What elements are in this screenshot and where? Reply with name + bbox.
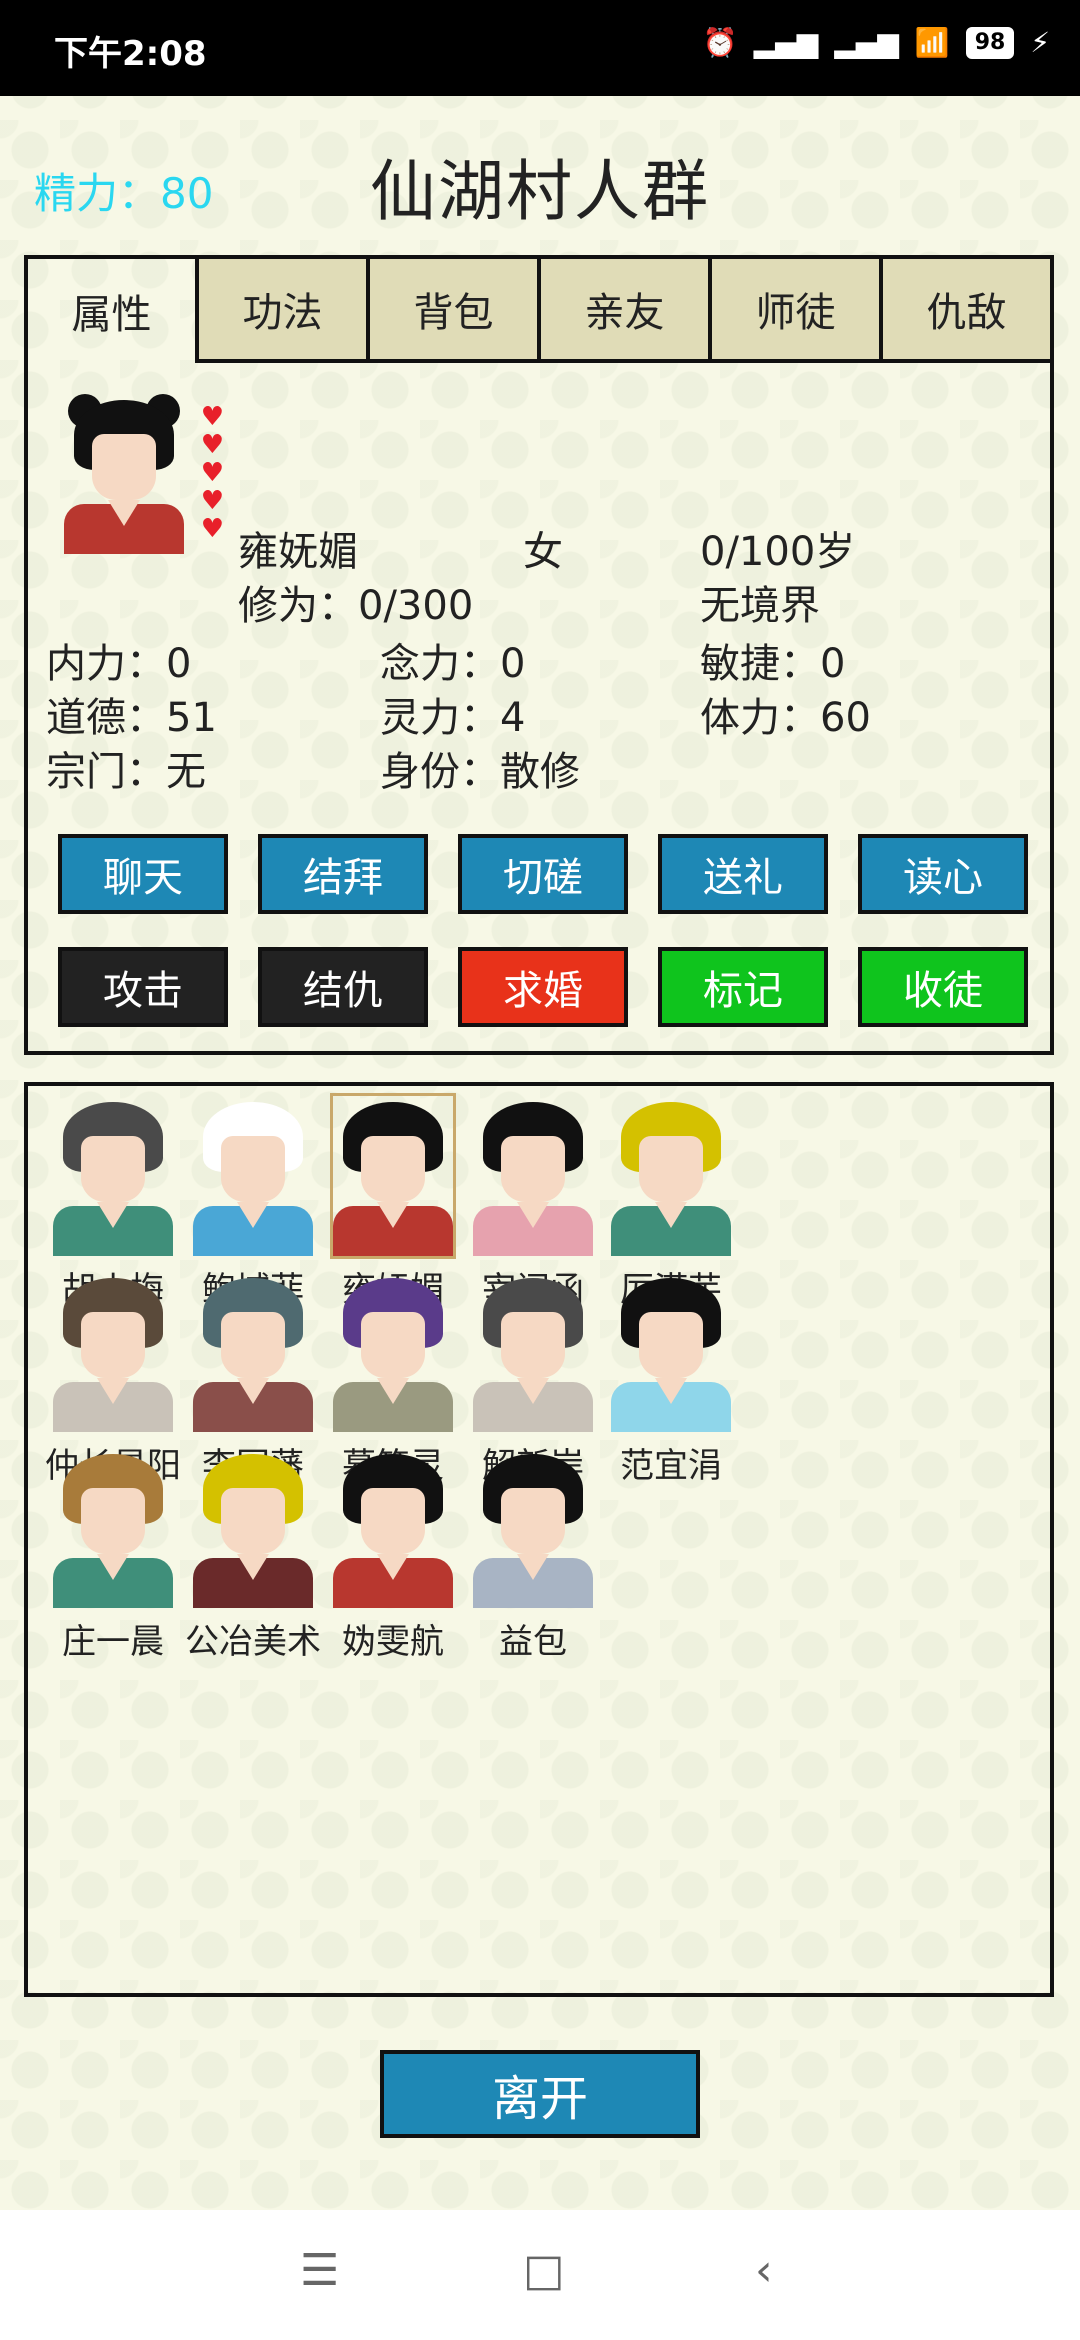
charging-icon: ⚡ <box>1030 26 1050 59</box>
heart-icon: ♥ <box>200 430 224 460</box>
list-item[interactable]: 益包 <box>448 1448 618 1663</box>
stat-inner-power: 内力：0 <box>46 641 192 687</box>
avatar[interactable] <box>53 1448 173 1608</box>
back-icon[interactable]: ‹ <box>755 2245 773 2296</box>
character-panel: 属性 功法 背包 亲友 师徒 仇敌 ♥ ♥ ♥ ♥ ♥ 雍妩媚 女 0/100岁… <box>24 255 1054 1055</box>
feud-button[interactable]: 结仇 <box>258 947 428 1027</box>
status-bar: 下午2:08 ⏰ ▂▄▆ ▂▄▆ 📶 98 ⚡ <box>0 0 1080 96</box>
avatar[interactable] <box>473 1448 593 1608</box>
home-icon[interactable]: □ <box>523 2245 565 2296</box>
avatar[interactable] <box>473 1096 593 1256</box>
tab-backpack[interactable]: 背包 <box>370 259 541 363</box>
propose-button[interactable]: 求婚 <box>458 947 628 1027</box>
avatar[interactable] <box>53 1272 173 1432</box>
villager-list: 胡小梅鲍域菲雍妩媚宰闻函厉滢芋仲长星阳李国藩慕笔灵解新岸范宜涓庄一晨公冶美术妫雯… <box>24 1082 1054 1997</box>
avatar[interactable] <box>473 1272 593 1432</box>
tab-mentorship[interactable]: 师徒 <box>712 259 883 363</box>
page-title: 仙湖村人群 <box>370 153 710 230</box>
affection-hearts: ♥ ♥ ♥ ♥ ♥ <box>201 404 224 542</box>
avatar[interactable] <box>333 1448 453 1608</box>
avatar[interactable] <box>193 1272 313 1432</box>
chat-button[interactable]: 聊天 <box>58 834 228 914</box>
npc-name: 益包 <box>499 1622 567 1662</box>
attack-button[interactable]: 攻击 <box>58 947 228 1027</box>
gift-button[interactable]: 送礼 <box>658 834 828 914</box>
battery-icon: 98 <box>965 26 1015 59</box>
stat-mind-power: 念力：0 <box>380 641 526 687</box>
avatar[interactable] <box>53 1096 173 1256</box>
tab-enemies[interactable]: 仇敌 <box>883 259 1050 363</box>
stat-sect: 宗门：无 <box>46 749 206 795</box>
heart-icon: ♥ <box>200 514 224 544</box>
stat-identity: 身份：散修 <box>380 749 580 795</box>
heart-icon: ♥ <box>200 486 224 516</box>
avatar <box>64 394 184 554</box>
mark-button[interactable]: 标记 <box>658 947 828 1027</box>
leave-button[interactable]: 离开 <box>380 2050 700 2138</box>
stat-morality: 道德：51 <box>46 695 217 741</box>
character-age: 0/100岁 <box>700 529 856 575</box>
alarm-icon: ⏰ <box>702 26 738 59</box>
stat-stamina: 体力：60 <box>700 695 871 741</box>
tab-relatives[interactable]: 亲友 <box>541 259 712 363</box>
avatar[interactable] <box>193 1096 313 1256</box>
avatar[interactable] <box>333 1272 453 1432</box>
spar-button[interactable]: 切磋 <box>458 834 628 914</box>
tab-attributes[interactable]: 属性 <box>28 259 199 363</box>
heart-icon: ♥ <box>200 402 224 432</box>
signal-icon: ▂▄▆ <box>753 26 819 59</box>
character-name: 雍妩媚 <box>238 529 358 575</box>
system-nav-bar: ☰ □ ‹ <box>0 2210 1080 2340</box>
avatar[interactable] <box>611 1272 731 1432</box>
tab-bar: 属性 功法 背包 亲友 师徒 仇敌 <box>28 259 1050 367</box>
avatar[interactable] <box>330 1093 456 1259</box>
selected-character-portrait: ♥ ♥ ♥ ♥ ♥ <box>64 394 224 554</box>
status-time: 下午2:08 <box>54 34 207 74</box>
character-cultivation: 修为：0/300 <box>238 583 474 629</box>
character-realm: 无境界 <box>700 583 820 629</box>
recruit-disciple-button[interactable]: 收徒 <box>858 947 1028 1027</box>
wifi-icon: 📶 <box>914 26 950 59</box>
stat-spirit-power: 灵力：4 <box>380 695 526 741</box>
menu-icon[interactable]: ☰ <box>300 2245 339 2296</box>
status-icons: ⏰ ▂▄▆ ▂▄▆ 📶 98 ⚡ <box>703 26 1050 59</box>
read-mind-button[interactable]: 读心 <box>858 834 1028 914</box>
avatar[interactable] <box>611 1096 731 1256</box>
sworn-button[interactable]: 结拜 <box>258 834 428 914</box>
stat-agility: 敏捷：0 <box>700 641 846 687</box>
heart-icon: ♥ <box>200 458 224 488</box>
avatar[interactable] <box>193 1448 313 1608</box>
signal-icon-2: ▂▄▆ <box>834 26 899 59</box>
character-gender: 女 <box>523 529 563 575</box>
tab-skills[interactable]: 功法 <box>199 259 370 363</box>
